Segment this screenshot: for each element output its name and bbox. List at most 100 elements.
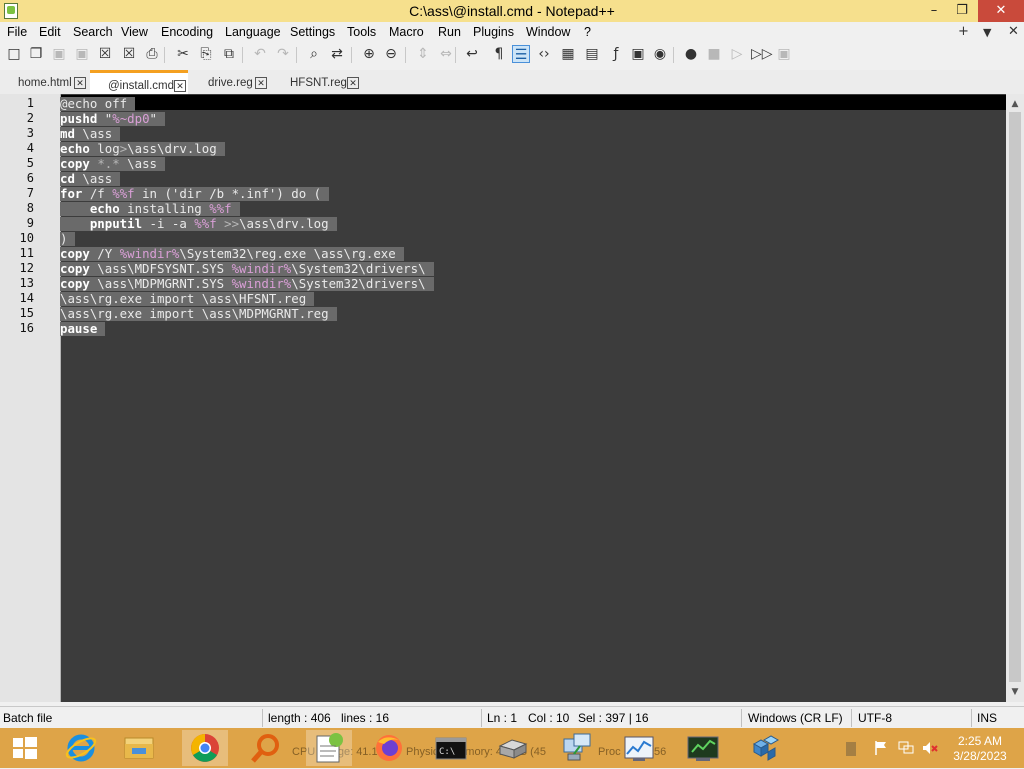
tab-close-icon[interactable]: ✕: [347, 77, 359, 89]
taskbar-explorer[interactable]: [116, 730, 162, 766]
line-number-gutter[interactable]: 1 2 3 4 5 6 7 8 9 10 11 12 13 14 15 16: [0, 94, 61, 702]
start-button[interactable]: [2, 730, 48, 766]
print-icon[interactable]: ⎙: [143, 45, 161, 63]
scrollbar-thumb[interactable]: [1009, 112, 1021, 682]
taskbar-search[interactable]: [242, 730, 288, 766]
tab-install-cmd[interactable]: @install.cmd ✕: [90, 70, 188, 97]
menu-run[interactable]: Run: [438, 25, 461, 39]
tab-home-html[interactable]: home.html ✕: [18, 73, 88, 93]
code-line[interactable]: pause: [60, 322, 106, 336]
close-all-icon[interactable]: ☒: [120, 45, 138, 63]
status-eol[interactable]: Windows (CR LF): [748, 711, 843, 725]
code-line[interactable]: md \ass: [60, 127, 121, 141]
tab-close-icon[interactable]: ✕: [255, 77, 267, 89]
redo-icon[interactable]: ↷: [274, 45, 292, 63]
tray-arrow-icon[interactable]: [846, 742, 856, 756]
code-line[interactable]: copy *.* \ass: [60, 157, 166, 171]
menu-tools[interactable]: Tools: [347, 25, 376, 39]
taskbar-network[interactable]: [554, 730, 600, 766]
vertical-scrollbar[interactable]: ▲ ▼: [1006, 94, 1024, 702]
new-file-icon[interactable]: □: [5, 45, 23, 63]
document-map-icon[interactable]: ▦: [559, 45, 577, 63]
menu-edit[interactable]: Edit: [39, 25, 61, 39]
menu-macro[interactable]: Macro: [389, 25, 424, 39]
flag-icon[interactable]: [874, 740, 888, 756]
code-line[interactable]: copy \ass\MDPMGRNT.SYS %windir%\System32…: [60, 277, 434, 291]
zoom-out-icon[interactable]: ⊖: [382, 45, 400, 63]
zoom-in-icon[interactable]: ⊕: [360, 45, 378, 63]
code-line[interactable]: for /f %%f in ('dir /b *.inf') do (: [60, 187, 330, 201]
code-line[interactable]: copy \ass\MDFSYSNT.SYS %windir%\System32…: [60, 262, 434, 276]
taskbar-chrome[interactable]: [182, 730, 228, 766]
tab-hfsnt-reg[interactable]: HFSNT.reg ✕: [290, 73, 362, 93]
function-list-icon[interactable]: ƒ: [607, 45, 625, 63]
monitoring-icon[interactable]: ◉: [651, 45, 669, 63]
xml-tag-icon[interactable]: ‹›: [535, 45, 553, 63]
code-line[interactable]: ): [60, 232, 76, 246]
taskbar-perfmon[interactable]: [616, 730, 662, 766]
code-line[interactable]: pnputil -i -a %%f >>\ass\drv.log: [60, 217, 337, 231]
code-line[interactable]: copy /Y %windir%\System32\reg.exe \ass\r…: [60, 247, 404, 261]
cut-icon[interactable]: ✂: [174, 45, 192, 63]
system-clock[interactable]: 2:25 AM 3/28/2023: [950, 734, 1010, 764]
taskbar-firefox[interactable]: [366, 730, 412, 766]
menu-view[interactable]: View: [121, 25, 148, 39]
menu-search[interactable]: Search: [73, 25, 113, 39]
menu-file[interactable]: File: [7, 25, 27, 39]
restore-button[interactable]: ❐: [946, 0, 978, 22]
indent-guide-icon[interactable]: ☰: [512, 45, 530, 63]
menu-help[interactable]: ?: [584, 25, 591, 39]
sync-horizontal-icon[interactable]: ⇔: [437, 45, 455, 63]
save-macro-icon[interactable]: ▣: [775, 45, 793, 63]
tab-close-icon[interactable]: ✕: [74, 77, 86, 89]
menu-plugins[interactable]: Plugins: [473, 25, 514, 39]
code-line[interactable]: \ass\rg.exe import \ass\MDPMGRNT.reg: [60, 307, 337, 321]
taskbar-cmd[interactable]: C:\: [428, 730, 474, 766]
stop-macro-icon[interactable]: ■: [705, 45, 723, 63]
network-icon[interactable]: [898, 740, 914, 756]
sync-vertical-icon[interactable]: ⇕: [414, 45, 432, 63]
taskbar-drive[interactable]: [490, 730, 536, 766]
menu-window[interactable]: Window: [526, 25, 570, 39]
taskbar-regedit[interactable]: [740, 730, 786, 766]
code-line[interactable]: \ass\rg.exe import \ass\HFSNT.reg: [60, 292, 315, 306]
code-line[interactable]: pushd "%~dp0": [60, 112, 166, 126]
code-line[interactable]: cd \ass: [60, 172, 121, 186]
show-all-chars-icon[interactable]: ¶: [490, 45, 508, 63]
taskbar-ie[interactable]: [58, 730, 104, 766]
paste-icon[interactable]: ⧉: [220, 45, 238, 63]
open-file-icon[interactable]: ❐: [27, 45, 45, 63]
undo-icon[interactable]: ↶: [251, 45, 269, 63]
copy-icon[interactable]: ⎘: [197, 45, 215, 63]
document-list-icon[interactable]: ▤: [583, 45, 601, 63]
taskbar-console[interactable]: [680, 730, 726, 766]
taskbar-notepadpp[interactable]: [306, 730, 352, 766]
volume-muted-icon[interactable]: [922, 740, 938, 756]
status-insert-mode[interactable]: INS: [977, 711, 997, 725]
tab-drive-reg[interactable]: drive.reg ✕: [208, 73, 270, 93]
word-wrap-icon[interactable]: ↩: [463, 45, 481, 63]
menu-settings[interactable]: Settings: [290, 25, 335, 39]
status-encoding[interactable]: UTF-8: [858, 711, 892, 725]
menu-language[interactable]: Language: [225, 25, 281, 39]
code-editor[interactable]: @echo off pushd "%~dp0" md \ass echo log>\a…: [60, 94, 1006, 702]
find-icon[interactable]: ⌕: [305, 45, 323, 63]
folder-workspace-icon[interactable]: ▣: [629, 45, 647, 63]
play-macro-icon[interactable]: ▷: [728, 45, 746, 63]
tab-close-icon[interactable]: ✕: [174, 80, 186, 92]
code-line[interactable]: echo log>\ass\drv.log: [60, 142, 225, 156]
scroll-down-icon[interactable]: ▼: [1006, 684, 1024, 700]
scroll-up-icon[interactable]: ▲: [1006, 96, 1024, 112]
new-tab-icon[interactable]: +: [958, 24, 969, 39]
tab-list-dropdown-icon[interactable]: ▼: [983, 26, 991, 39]
menu-encoding[interactable]: Encoding: [161, 25, 213, 39]
close-file-icon[interactable]: ☒: [96, 45, 114, 63]
close-document-icon[interactable]: ✕: [1008, 24, 1019, 39]
save-icon[interactable]: ▣: [50, 45, 68, 63]
record-macro-icon[interactable]: ●: [682, 45, 700, 63]
replace-icon[interactable]: ⇄: [328, 45, 346, 63]
code-line[interactable]: @echo off: [60, 97, 136, 111]
run-macro-multiple-icon[interactable]: ▷▷: [751, 45, 773, 63]
save-all-icon[interactable]: ▣: [73, 45, 91, 63]
close-button[interactable]: ✕: [978, 0, 1024, 22]
